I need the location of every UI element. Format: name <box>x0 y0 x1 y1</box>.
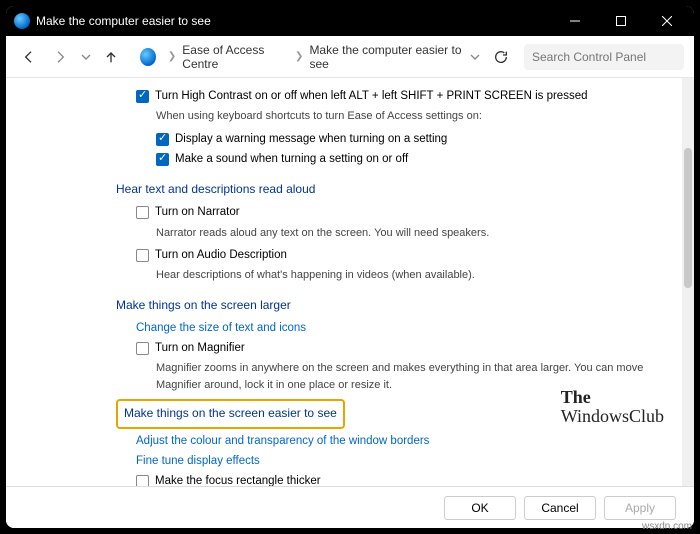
navbar: ❯ Ease of Access Centre ❯ Make the compu… <box>6 36 694 78</box>
button-bar: OK Cancel Apply <box>6 486 694 528</box>
change-size-link[interactable]: Change the size of text and icons <box>136 320 306 337</box>
scrollbar[interactable] <box>682 78 694 486</box>
section-hear: Hear text and descriptions read aloud <box>116 180 662 198</box>
search-input[interactable] <box>524 44 684 70</box>
fine-tune-link[interactable]: Fine tune display effects <box>136 453 260 470</box>
breadcrumb[interactable]: ❯ Ease of Access Centre ❯ Make the compu… <box>164 43 463 71</box>
narrator-label: Turn on Narrator <box>155 204 240 221</box>
high-contrast-checkbox[interactable] <box>136 90 149 103</box>
audio-desc-checkbox[interactable] <box>136 249 149 262</box>
sound-label: Make a sound when turning a setting on o… <box>175 151 408 168</box>
ok-button[interactable]: OK <box>444 496 516 520</box>
warning-checkbox[interactable] <box>156 133 169 146</box>
magnifier-checkbox[interactable] <box>136 342 149 355</box>
sound-checkbox[interactable] <box>156 153 169 166</box>
source-tag: wsxdn.com <box>642 521 692 532</box>
narrator-checkbox[interactable] <box>136 206 149 219</box>
highlight-section-heading: Make things on the screen easier to see <box>116 399 345 428</box>
warning-label: Display a warning message when turning o… <box>175 131 447 148</box>
section-easier: Make things on the screen easier to see <box>124 406 337 420</box>
crumb-current[interactable]: Make the computer easier to see <box>309 43 463 71</box>
magnifier-desc: Magnifier zooms in anywhere on the scree… <box>156 360 662 393</box>
refresh-button[interactable] <box>487 42 514 72</box>
apply-button[interactable]: Apply <box>604 496 676 520</box>
address-dropdown[interactable] <box>467 42 483 72</box>
focus-rect-checkbox[interactable] <box>136 475 149 486</box>
address-icon <box>140 48 156 66</box>
app-icon <box>14 13 30 29</box>
audio-desc-label: Turn on Audio Description <box>155 247 287 264</box>
high-contrast-label: Turn High Contrast on or off when left A… <box>155 88 588 105</box>
narrator-desc: Narrator reads aloud any text on the scr… <box>156 225 662 242</box>
back-button[interactable] <box>16 42 43 72</box>
audio-desc-desc: Hear descriptions of what's happening in… <box>156 267 662 284</box>
adjust-colour-link[interactable]: Adjust the colour and transparency of th… <box>136 433 429 450</box>
magnifier-label: Turn on Magnifier <box>155 340 245 357</box>
minimize-button[interactable] <box>552 6 598 36</box>
focus-rect-label: Make the focus rectangle thicker <box>155 473 321 486</box>
scroll-thumb[interactable] <box>684 148 692 288</box>
window-title: Make the computer easier to see <box>36 14 211 28</box>
crumb-parent[interactable]: Ease of Access Centre <box>182 43 289 71</box>
content-area: Turn High Contrast on or off when left A… <box>6 78 682 486</box>
shortcuts-sublabel: When using keyboard shortcuts to turn Ea… <box>156 108 662 125</box>
up-button[interactable] <box>98 42 125 72</box>
window: Make the computer easier to see <box>6 6 694 528</box>
window-controls <box>552 6 690 36</box>
forward-button[interactable] <box>47 42 74 72</box>
titlebar: Make the computer easier to see <box>6 6 694 36</box>
recent-dropdown[interactable] <box>78 42 94 72</box>
chevron-right-icon: ❯ <box>168 51 176 62</box>
section-larger: Make things on the screen larger <box>116 296 662 314</box>
maximize-button[interactable] <box>598 6 644 36</box>
close-button[interactable] <box>644 6 690 36</box>
chevron-right-icon: ❯ <box>295 51 303 62</box>
cancel-button[interactable]: Cancel <box>524 496 596 520</box>
